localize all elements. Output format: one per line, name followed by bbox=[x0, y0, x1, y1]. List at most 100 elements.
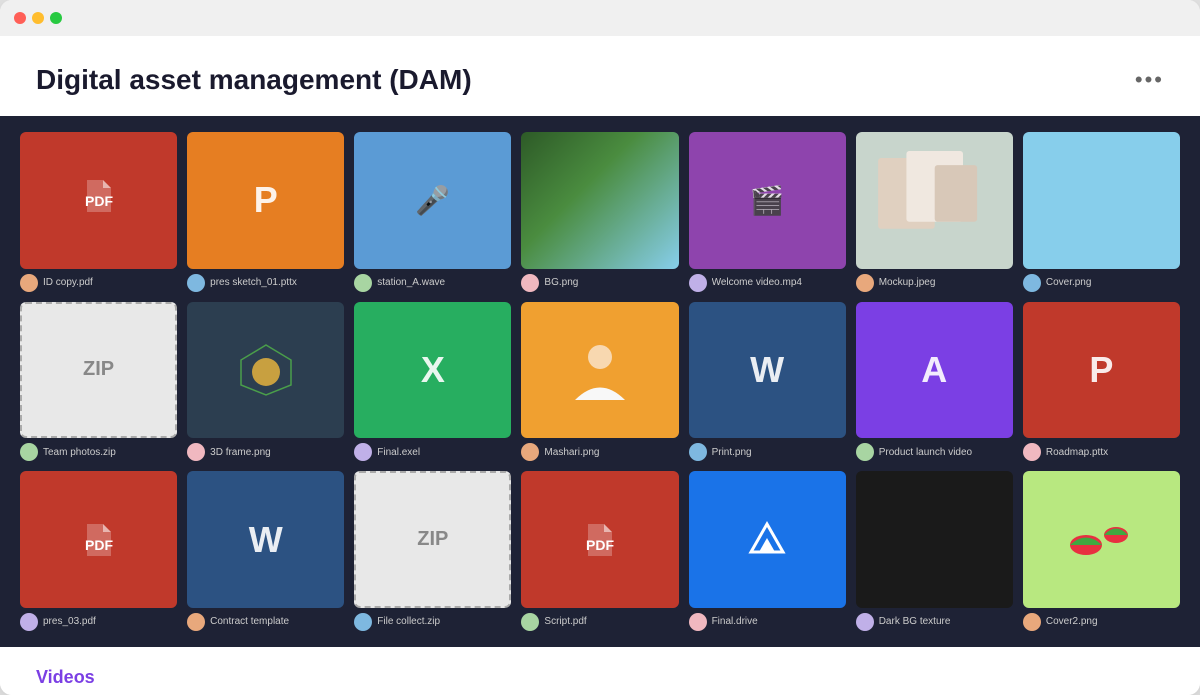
asset-thumbnail bbox=[856, 471, 1013, 608]
avatar bbox=[187, 274, 205, 292]
asset-card[interactable]: ZIP Team photos.zip bbox=[20, 302, 177, 462]
asset-info: ID copy.pdf bbox=[20, 274, 177, 292]
asset-card[interactable]: W Contract template bbox=[187, 471, 344, 631]
asset-info: Dark BG texture bbox=[856, 613, 1013, 631]
asset-name: Welcome video.mp4 bbox=[712, 277, 802, 288]
asset-card[interactable]: P Roadmap.pttx bbox=[1023, 302, 1180, 462]
asset-thumbnail: P bbox=[187, 132, 344, 269]
avatar bbox=[187, 613, 205, 631]
svg-text:PDF: PDF bbox=[85, 193, 113, 209]
asset-thumbnail: PDF bbox=[521, 471, 678, 608]
close-button[interactable] bbox=[14, 12, 26, 24]
asset-name: ID copy.pdf bbox=[43, 277, 93, 288]
asset-card[interactable]: PDF pres_03.pdf bbox=[20, 471, 177, 631]
asset-card[interactable]: Cover2.png bbox=[1023, 471, 1180, 631]
asset-info: Final.drive bbox=[689, 613, 846, 631]
asset-info: Contract template bbox=[187, 613, 344, 631]
file-icon: W bbox=[750, 349, 784, 391]
asset-name: Script.pdf bbox=[544, 616, 586, 627]
asset-card[interactable]: PDF Script.pdf bbox=[521, 471, 678, 631]
titlebar bbox=[0, 0, 1200, 36]
asset-card[interactable]: Mockup.jpeg bbox=[856, 132, 1013, 292]
avatar bbox=[354, 443, 372, 461]
asset-thumbnail bbox=[856, 132, 1013, 269]
asset-card[interactable]: 3D frame.png bbox=[187, 302, 344, 462]
avatar bbox=[20, 613, 38, 631]
file-icon: X bbox=[421, 349, 445, 391]
asset-name: Mockup.jpeg bbox=[879, 277, 936, 288]
asset-info: Cover2.png bbox=[1023, 613, 1180, 631]
asset-thumbnail: ZIP bbox=[20, 302, 177, 439]
avatar bbox=[1023, 613, 1041, 631]
asset-grid: PDF ID copy.pdf P pres sketch_0 bbox=[20, 132, 1180, 631]
avatar bbox=[856, 443, 874, 461]
asset-name: BG.png bbox=[544, 277, 578, 288]
avatar bbox=[521, 613, 539, 631]
asset-name: Mashari.png bbox=[544, 447, 599, 458]
avatar bbox=[521, 443, 539, 461]
asset-info: Mashari.png bbox=[521, 443, 678, 461]
asset-card[interactable]: Dark BG texture bbox=[856, 471, 1013, 631]
asset-name: station_A.wave bbox=[377, 277, 445, 288]
asset-info: Roadmap.pttx bbox=[1023, 443, 1180, 461]
asset-thumbnail bbox=[689, 471, 846, 608]
file-icon: A bbox=[921, 349, 947, 391]
asset-name: Team photos.zip bbox=[43, 447, 116, 458]
asset-card[interactable]: Mashari.png bbox=[521, 302, 678, 462]
asset-name: Roadmap.pttx bbox=[1046, 447, 1108, 458]
videos-section: Videos Team Status Specifications Final … bbox=[0, 647, 1200, 695]
page-header: Digital asset management (DAM) ••• bbox=[0, 36, 1200, 116]
asset-name: Product launch video bbox=[879, 447, 972, 458]
svg-text:PDF: PDF bbox=[85, 537, 113, 553]
asset-thumbnail: W bbox=[689, 302, 846, 439]
asset-card[interactable]: PDF ID copy.pdf bbox=[20, 132, 177, 292]
asset-thumbnail: X bbox=[354, 302, 511, 439]
asset-card[interactable]: BG.png bbox=[521, 132, 678, 292]
asset-info: Product launch video bbox=[856, 443, 1013, 461]
minimize-button[interactable] bbox=[32, 12, 44, 24]
avatar bbox=[856, 274, 874, 292]
asset-thumbnail bbox=[1023, 471, 1180, 608]
asset-info: pres_03.pdf bbox=[20, 613, 177, 631]
asset-name: pres_03.pdf bbox=[43, 616, 96, 627]
file-icon: P bbox=[1089, 349, 1113, 391]
file-icon: W bbox=[249, 519, 283, 561]
page-title: Digital asset management (DAM) bbox=[36, 64, 472, 96]
asset-card[interactable]: X Final.exel bbox=[354, 302, 511, 462]
asset-card[interactable]: 🎤 station_A.wave bbox=[354, 132, 511, 292]
asset-card[interactable]: P pres sketch_01.pttx bbox=[187, 132, 344, 292]
asset-card[interactable]: ZIP File collect.zip bbox=[354, 471, 511, 631]
section-title: Videos bbox=[36, 667, 1164, 688]
file-icon: 🎤 bbox=[415, 184, 450, 217]
asset-card[interactable]: 🎬 Welcome video.mp4 bbox=[689, 132, 846, 292]
asset-name: Contract template bbox=[210, 616, 289, 627]
avatar bbox=[856, 613, 874, 631]
file-icon: PDF bbox=[79, 176, 119, 224]
asset-name: File collect.zip bbox=[377, 616, 440, 627]
avatar bbox=[20, 443, 38, 461]
asset-thumbnail bbox=[521, 132, 678, 269]
avatar bbox=[354, 613, 372, 631]
asset-name: 3D frame.png bbox=[210, 447, 271, 458]
asset-thumbnail: ZIP bbox=[354, 471, 511, 608]
more-options-button[interactable]: ••• bbox=[1135, 67, 1164, 93]
avatar bbox=[20, 274, 38, 292]
avatar bbox=[354, 274, 372, 292]
asset-info: Print.png bbox=[689, 443, 846, 461]
asset-card[interactable]: A Product launch video bbox=[856, 302, 1013, 462]
file-icon: ZIP bbox=[417, 528, 448, 551]
avatar bbox=[689, 613, 707, 631]
asset-info: station_A.wave bbox=[354, 274, 511, 292]
asset-name: Cover.png bbox=[1046, 277, 1092, 288]
asset-card[interactable]: Final.drive bbox=[689, 471, 846, 631]
asset-thumbnail: PDF bbox=[20, 132, 177, 269]
asset-thumbnail: 🎤 bbox=[354, 132, 511, 269]
asset-name: Print.png bbox=[712, 447, 752, 458]
asset-card[interactable]: Cover.png bbox=[1023, 132, 1180, 292]
asset-card[interactable]: W Print.png bbox=[689, 302, 846, 462]
asset-info: BG.png bbox=[521, 274, 678, 292]
maximize-button[interactable] bbox=[50, 12, 62, 24]
asset-name: Cover2.png bbox=[1046, 616, 1098, 627]
asset-info: 3D frame.png bbox=[187, 443, 344, 461]
asset-thumbnail bbox=[1023, 132, 1180, 269]
